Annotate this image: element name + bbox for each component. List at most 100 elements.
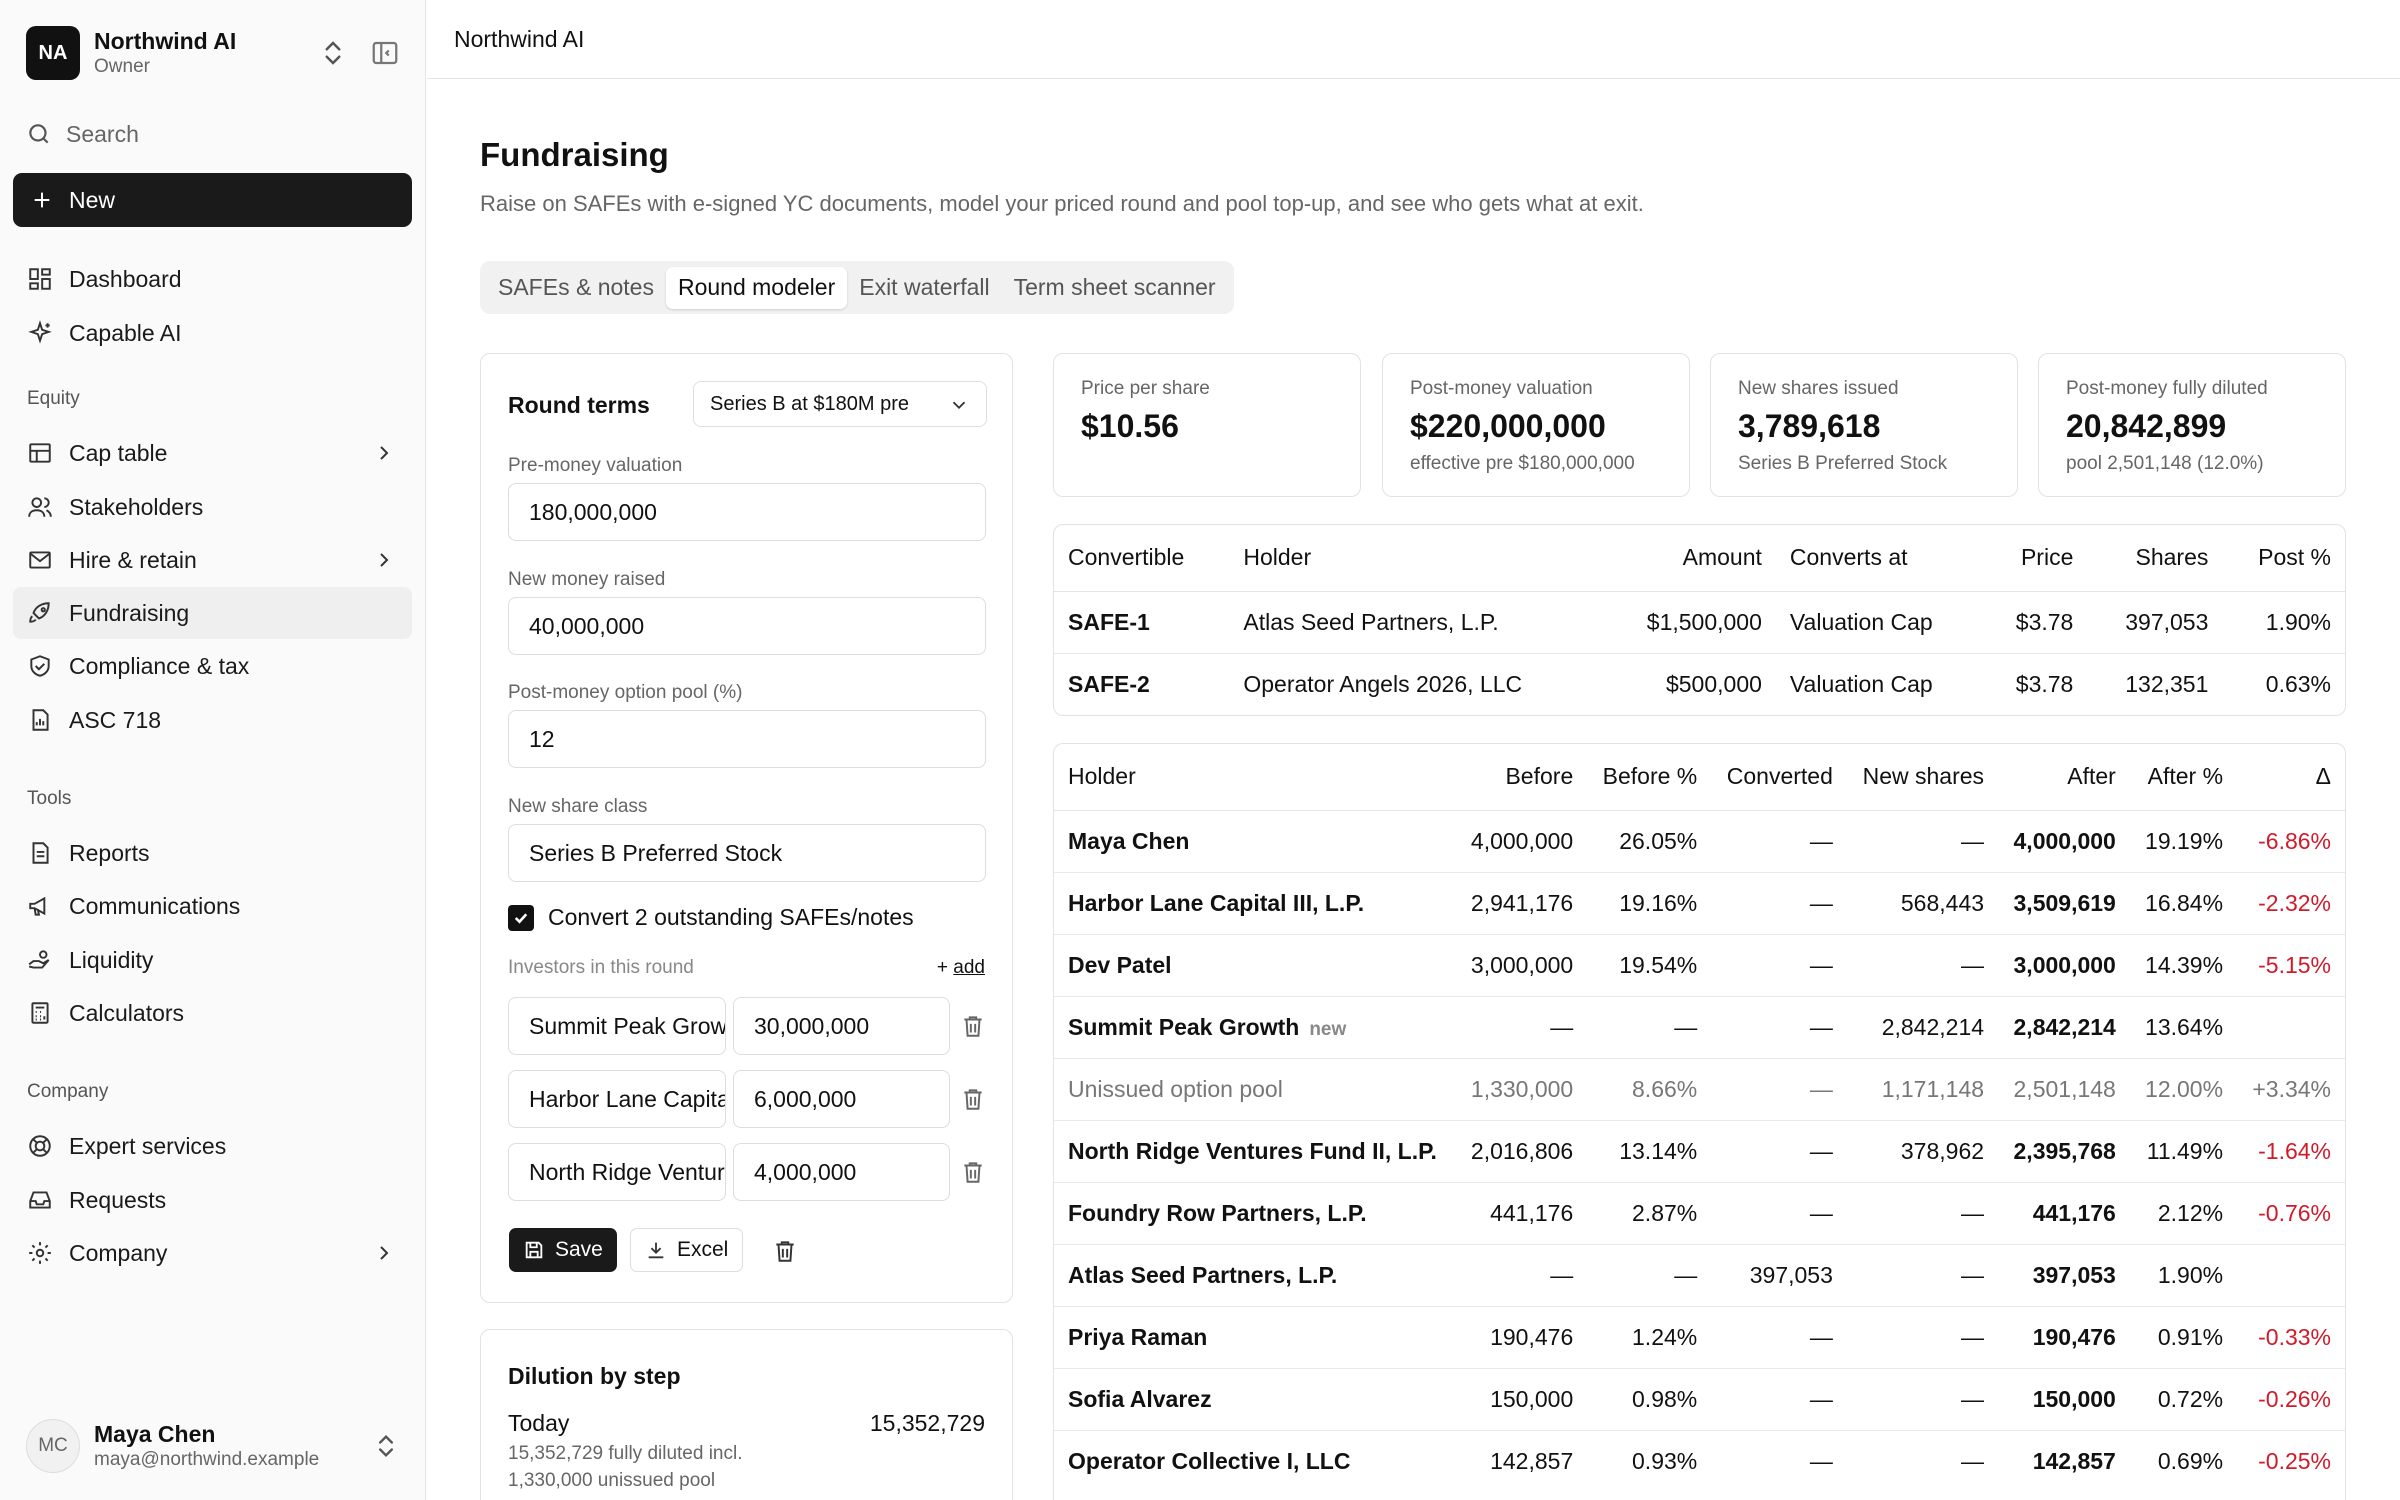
sidebar-item-hire-retain[interactable]: Hire & retain [13,534,412,586]
sidebar-item-company[interactable]: Company [13,1227,412,1279]
new-money-input[interactable]: 40,000,000 [508,597,986,655]
org-name: Northwind AI [94,28,237,54]
sidebar-item-label: Requests [69,1186,167,1213]
investor-amount-input[interactable]: 30,000,000 [733,997,950,1055]
sidebar-item-dashboard[interactable]: Dashboard [13,253,412,305]
tab-round-modeler[interactable]: Round modeler [665,266,848,309]
table-row[interactable]: Operator Collective I, LLC 142,857 0.93% — —… [1054,1430,2345,1492]
table-icon [29,443,51,463]
cell: 441,176 [1998,1182,2130,1245]
table-row[interactable]: Dev Patel 3,000,000 19.54% — —3,000,000 14.39… [1054,934,2345,997]
sidebar-item-expert-services[interactable]: Expert services [13,1120,412,1172]
chevron-right-icon [380,1246,389,1260]
table-row[interactable]: SAFE-1 Atlas Seed Partners, L.P. $1,500,… [1054,591,2345,654]
sidebar-item-label: Hire & retain [69,546,197,573]
sidebar-item-reports[interactable]: Reports [13,827,412,879]
add-investor-label: add [953,957,985,978]
pre-money-input[interactable]: 180,000,000 [508,483,986,541]
trash-icon[interactable] [960,1085,986,1113]
investor-name-input[interactable]: Harbor Lane Capital [508,1070,726,1128]
sidebar-item-calculators[interactable]: Calculators [13,987,412,1039]
mail-icon [29,551,51,569]
save-button[interactable]: Save [509,1228,617,1272]
search-button[interactable]: Search [26,116,139,152]
sidebar-item-requests[interactable]: Requests [13,1174,412,1226]
convert-safes-checkbox[interactable] [508,904,534,931]
rocket-icon [29,602,50,623]
cell: -0.76% [2237,1182,2345,1245]
cell: -1.64% [2237,1120,2345,1183]
investor-amount-input[interactable]: 6,000,000 [733,1070,950,1128]
sidebar-item-label: Company [69,1239,168,1266]
table-row[interactable]: Foundry Row Partners, L.P. 441,176 2.87% — —… [1054,1182,2345,1245]
table-row[interactable]: Sofia Alvarez 150,000 0.98% — —150,000 0.72% -… [1054,1368,2345,1431]
cell: 4,000,000 [1455,810,1588,873]
share-class-input[interactable]: Series B Preferred Stock [508,824,986,882]
investors-label: Investors in this round [508,957,694,978]
metric-sub: Series B Preferred Stock [1738,453,1948,474]
cell: $1,500,000 [1602,591,1776,654]
add-investor-link[interactable]: + add [937,957,985,979]
trash-icon[interactable] [960,1012,986,1040]
cell: Unissued option pool [1054,1058,1456,1121]
sidebar-item-stakeholders[interactable]: Stakeholders [13,481,412,533]
investor-name-input[interactable]: Summit Peak Growth [508,997,726,1055]
cell: 142,857 [2032,1447,2116,1474]
table-row[interactable]: Priya Raman 190,476 1.24% — —190,476 0.91% -0.… [1054,1306,2345,1369]
sidebar-item-asc718[interactable]: ASC 718 [13,694,412,746]
new-money-label: New money raised [508,569,666,590]
cell: 11.49% [2129,1120,2238,1183]
download-icon [648,1242,664,1259]
sidebar-item-communications[interactable]: Communications [13,880,412,932]
table-row[interactable]: North Ridge Ventures Fund II, L.P. 2,016,… [1054,1120,2345,1183]
user-menu[interactable]: MC Maya Chen maya@northwind.example [26,1418,400,1474]
new-button[interactable]: New [13,173,412,227]
cell: 1,171,148 [1846,1058,1999,1121]
sidebar-item-cap-table[interactable]: Cap table [13,427,412,479]
table-row[interactable]: Unissued option pool 1,330,000 8.66% —1,171… [1054,1058,2345,1121]
convert-safes-row[interactable]: Convert 2 outstanding SAFEs/notes [508,904,914,931]
excel-button[interactable]: Excel [630,1228,744,1272]
investor-name-input[interactable]: North Ridge Ventures [508,1143,726,1201]
trash-icon[interactable] [960,1158,986,1186]
tab-safes-notes[interactable]: SAFEs & notes [486,267,666,309]
table-row[interactable]: Summit Peak Growth new — — —2,842,214 2,842,2… [1054,996,2345,1059]
sidebar-item-liquidity[interactable]: Liquidity [13,934,412,986]
table-row[interactable]: Harbor Lane Capital III, L.P. 2,941,176 19… [1054,872,2345,935]
cell: 19.19% [2129,810,2238,873]
save-icon [525,1241,543,1259]
cell: — [1846,1306,1999,1369]
cell: 19.54% [1587,934,1712,997]
file-text-icon [32,842,49,864]
round-terms-title: Round terms [508,392,650,418]
sidebar-item-fundraising[interactable]: Fundraising [13,587,412,639]
search-icon [29,124,49,144]
tab-term-sheet-scanner[interactable]: Term sheet scanner [1002,267,1228,309]
sidebar-item-compliance[interactable]: Compliance & tax [13,640,412,692]
chevrons-up-down-icon [325,41,341,65]
trash-icon[interactable] [772,1238,798,1264]
cell: — [1455,996,1588,1059]
org-role: Owner [94,56,150,77]
table-row[interactable]: Atlas Seed Partners, L.P. — —397,053—397,0… [1054,1244,2345,1307]
pre-money-label: Pre-money valuation [508,455,683,476]
holder-name: Unissued option pool [1068,1075,1283,1102]
sidebar-item-capable-ai[interactable]: Capable AI [13,307,412,359]
sidebar-collapse-icon[interactable] [370,38,400,68]
cell: 1.24% [1587,1306,1712,1369]
holder-name: Operator Collective I, LLC [1068,1447,1351,1474]
tab-exit-waterfall[interactable]: Exit waterfall [847,267,1001,309]
option-pool-input[interactable]: 12 [508,710,986,768]
cell: — [1711,996,1847,1059]
sidebar-item-label: Dashboard [69,265,182,292]
cell: 150,000 [1455,1368,1588,1431]
cell: — [1711,1368,1847,1431]
table-row[interactable]: Maya Chen 4,000,000 26.05% — —4,000,000 19.19… [1054,810,2345,873]
table-row[interactable]: SAFE-2 Operator Angels 2026, LLC $500,00… [1054,653,2345,715]
org-switcher[interactable]: NA Northwind AI Owner [26,26,400,80]
cell: -2.32% [2237,872,2345,935]
scenario-select[interactable]: Series B at $180M pre [693,381,987,427]
holders-table: Holder Before Before % Converted New sha… [1053,743,2346,1500]
investor-amount-input[interactable]: 4,000,000 [733,1143,950,1201]
cell: — [1846,810,1999,873]
